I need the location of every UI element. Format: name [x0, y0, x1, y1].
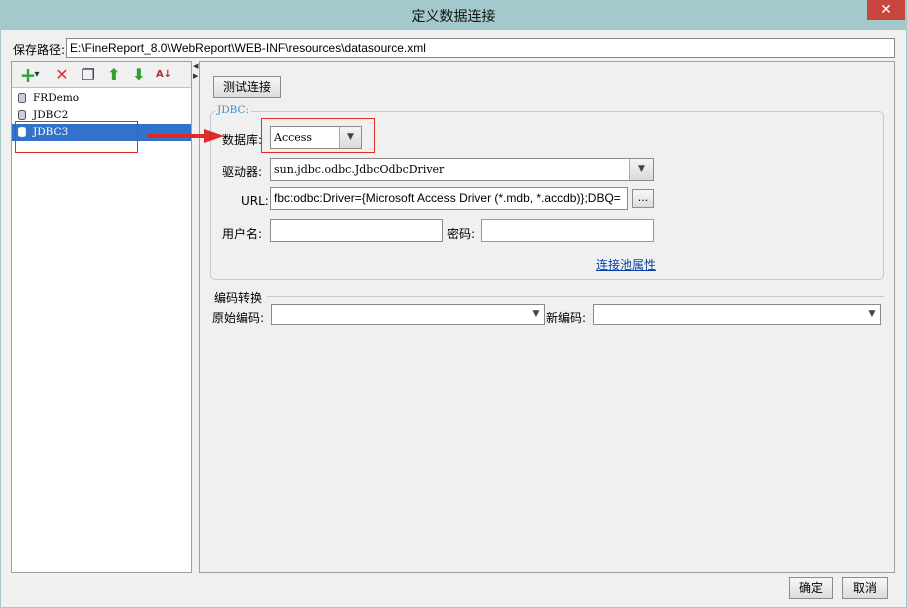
- annotation-arrow-icon: [148, 129, 224, 143]
- new-encoding-label: 新编码:: [546, 311, 587, 325]
- connection-name: FRDemo: [33, 92, 80, 104]
- encoding-legend: 编码转换: [214, 289, 266, 306]
- driver-value: sun.jdbc.odbc.JdbcOdbcDriver: [274, 163, 445, 176]
- connection-toolbar: + ▾ ✕ ❐ ⬆ ⬇ A↓: [12, 62, 191, 88]
- delete-icon[interactable]: ✕: [52, 65, 72, 85]
- copy-icon[interactable]: ❐: [78, 65, 98, 85]
- chevron-down-icon[interactable]: ▼: [629, 159, 653, 180]
- original-encoding-label: 原始编码:: [212, 311, 265, 325]
- add-dropdown-icon[interactable]: ▾: [32, 65, 42, 85]
- save-path-label: 保存路径:: [13, 43, 66, 57]
- database-icon: [18, 110, 26, 120]
- move-up-icon[interactable]: ⬆: [104, 65, 124, 85]
- window-title: 定义数据连接: [411, 9, 496, 25]
- driver-select[interactable]: sun.jdbc.odbc.JdbcOdbcDriver ▼: [270, 158, 654, 181]
- driver-label: 驱动器:: [222, 165, 263, 179]
- move-down-icon[interactable]: ⬇: [129, 65, 149, 85]
- encoding-divider: [267, 296, 884, 297]
- connection-item-frdemo[interactable]: FRDemo: [12, 90, 191, 107]
- close-button[interactable]: ✕: [867, 0, 905, 20]
- url-label: URL:: [241, 194, 269, 208]
- annotation-box-database: [261, 118, 375, 153]
- test-connection-button[interactable]: 测试连接: [213, 76, 281, 98]
- original-encoding-select[interactable]: ▼: [271, 304, 545, 325]
- title-bar: 定义数据连接 ✕: [0, 0, 907, 30]
- cancel-button[interactable]: 取消: [842, 577, 888, 599]
- annotation-box-connection: [15, 121, 138, 153]
- url-input[interactable]: fbc:odbc:Driver={Microsoft Access Driver…: [270, 187, 628, 210]
- expand-right-icon[interactable]: ▶: [193, 72, 198, 80]
- ok-button[interactable]: 确定: [789, 577, 833, 599]
- chevron-down-icon[interactable]: ▼: [528, 305, 544, 324]
- sort-icon[interactable]: A↓: [154, 65, 174, 85]
- connection-name: JDBC2: [33, 109, 69, 121]
- database-label: 数据库:: [222, 133, 263, 147]
- database-icon: [18, 93, 26, 103]
- jdbc-legend: JDBC:: [215, 104, 252, 116]
- save-path-field[interactable]: E:\FineReport_8.0\WebReport\WEB-INF\reso…: [66, 38, 895, 58]
- pool-properties-link[interactable]: 连接池属性: [596, 256, 656, 273]
- username-label: 用户名:: [222, 227, 263, 241]
- new-encoding-select[interactable]: ▼: [593, 304, 881, 325]
- password-label: 密码:: [447, 227, 476, 241]
- chevron-down-icon[interactable]: ▼: [864, 305, 880, 324]
- collapse-left-icon[interactable]: ◀: [193, 62, 198, 70]
- password-input[interactable]: [481, 219, 654, 242]
- username-input[interactable]: [270, 219, 443, 242]
- url-browse-button[interactable]: ...: [632, 189, 654, 208]
